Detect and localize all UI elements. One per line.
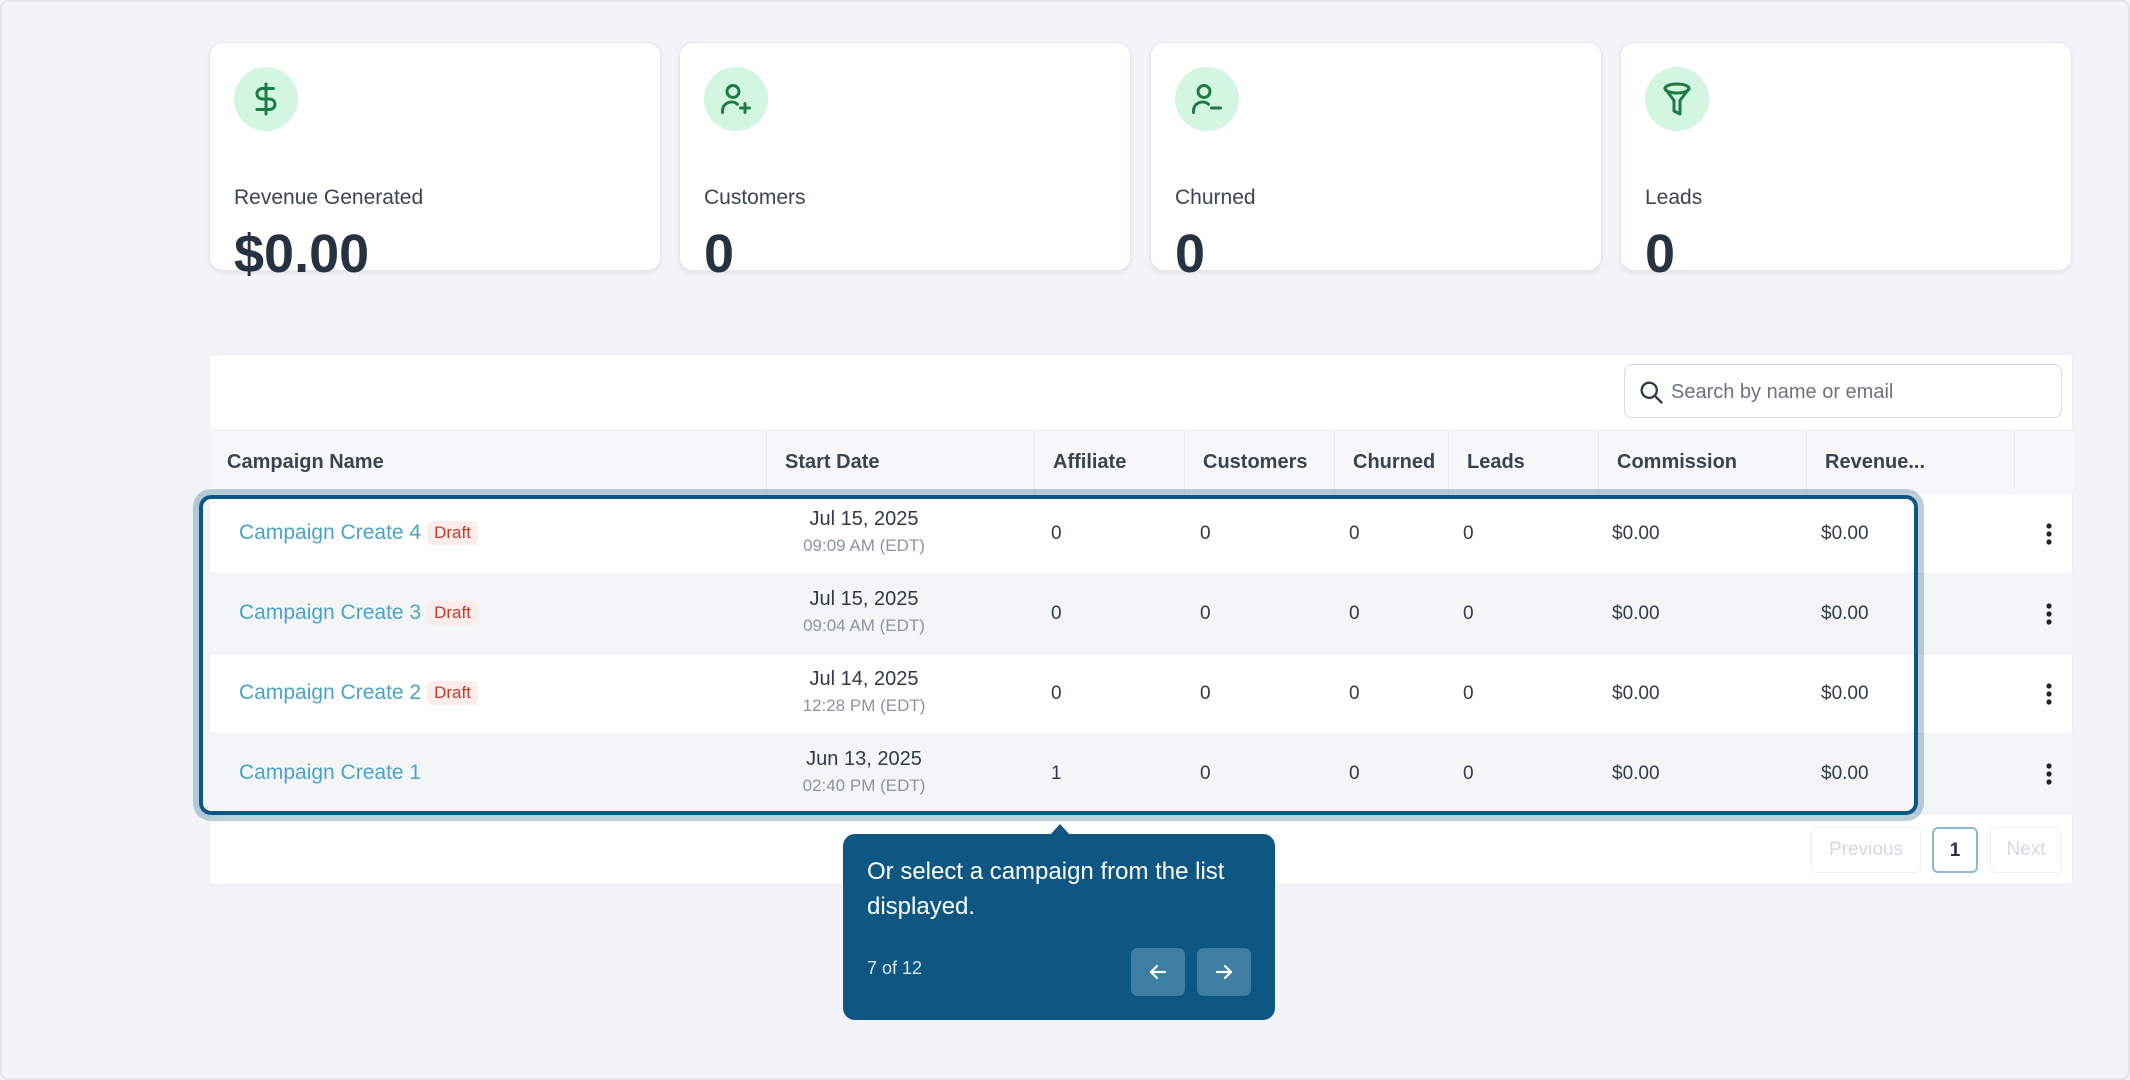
campaign-link[interactable]: Campaign Create 1 bbox=[239, 761, 421, 785]
start-time: 09:09 AM (EDT) bbox=[803, 536, 925, 555]
stat-card-leads: Leads 0 bbox=[1620, 42, 2072, 281]
dollar-icon bbox=[234, 67, 298, 131]
stat-value: $0.00 bbox=[234, 224, 370, 284]
stat-label: Leads bbox=[1645, 186, 1703, 209]
column-header-customers[interactable]: Customers bbox=[1185, 431, 1335, 494]
status-badge: Draft bbox=[427, 601, 478, 625]
search-input[interactable] bbox=[1671, 373, 2051, 411]
table-row[interactable]: Campaign Create 2 Draft Jul 14, 2025 12:2… bbox=[209, 654, 2073, 734]
column-header-start-date[interactable]: Start Date bbox=[767, 431, 1035, 494]
table-row[interactable]: Campaign Create 1 Jun 13, 2025 02:40 PM … bbox=[209, 734, 2073, 814]
campaign-link[interactable]: Campaign Create 4 Draft bbox=[239, 521, 478, 545]
commission-value: $0.00 bbox=[1612, 603, 1660, 624]
start-date: Jul 15, 2025 bbox=[809, 508, 919, 530]
campaign-name[interactable]: Campaign Create 2 bbox=[239, 681, 421, 704]
user-plus-icon bbox=[704, 67, 768, 131]
column-header-commission[interactable]: Commission bbox=[1599, 431, 1807, 494]
stat-card-churned: Churned 0 bbox=[1150, 42, 1602, 281]
start-time: 02:40 PM (EDT) bbox=[802, 776, 926, 795]
tooltip-step-counter: 7 of 12 bbox=[867, 958, 923, 978]
affiliate-count: 0 bbox=[1051, 603, 1062, 624]
affiliate-count: 0 bbox=[1051, 523, 1062, 544]
column-header-actions bbox=[2015, 431, 2073, 494]
more-options-icon[interactable] bbox=[2031, 756, 2067, 792]
stat-card-customers: Customers 0 bbox=[679, 42, 1131, 281]
campaign-name[interactable]: Campaign Create 3 bbox=[239, 601, 421, 624]
arrow-right-icon bbox=[1215, 964, 1233, 980]
stat-value: 0 bbox=[704, 224, 735, 284]
column-header-churned[interactable]: Churned bbox=[1335, 431, 1449, 494]
churned-count: 0 bbox=[1349, 763, 1360, 784]
churned-count: 0 bbox=[1349, 523, 1360, 544]
previous-page-button[interactable]: Previous bbox=[1811, 827, 1921, 873]
affiliate-count: 1 bbox=[1051, 763, 1062, 784]
revenue-value: $0.00 bbox=[1821, 763, 1869, 784]
revenue-value: $0.00 bbox=[1821, 523, 1869, 544]
churned-count: 0 bbox=[1349, 603, 1360, 624]
tour-tooltip: Or select a campaign from the list displ… bbox=[843, 834, 1275, 1020]
commission-value: $0.00 bbox=[1612, 683, 1660, 704]
start-time: 09:04 AM (EDT) bbox=[803, 616, 925, 635]
table-row[interactable]: Campaign Create 3 Draft Jul 15, 2025 09:0… bbox=[209, 574, 2073, 654]
start-date: Jul 15, 2025 bbox=[809, 588, 919, 610]
stat-label: Customers bbox=[704, 186, 806, 209]
stat-label: Churned bbox=[1175, 186, 1256, 209]
leads-count: 0 bbox=[1463, 763, 1474, 784]
customers-count: 0 bbox=[1200, 523, 1211, 544]
leads-count: 0 bbox=[1463, 683, 1474, 704]
tooltip-back-button[interactable] bbox=[1131, 948, 1185, 996]
start-date: Jul 14, 2025 bbox=[809, 668, 919, 690]
campaign-link[interactable]: Campaign Create 3 Draft bbox=[239, 601, 478, 625]
status-badge: Draft bbox=[427, 681, 478, 705]
user-minus-icon bbox=[1175, 67, 1239, 131]
campaign-link[interactable]: Campaign Create 2 Draft bbox=[239, 681, 478, 705]
leads-count: 0 bbox=[1463, 523, 1474, 544]
status-badge: Draft bbox=[427, 521, 478, 545]
revenue-value: $0.00 bbox=[1821, 603, 1869, 624]
affiliate-count: 0 bbox=[1051, 683, 1062, 704]
column-header-affiliate[interactable]: Affiliate bbox=[1035, 431, 1185, 494]
customers-count: 0 bbox=[1200, 603, 1211, 624]
campaign-name[interactable]: Campaign Create 1 bbox=[239, 761, 421, 784]
stat-card-revenue: Revenue Generated $0.00 bbox=[209, 42, 661, 281]
tooltip-text: Or select a campaign from the list displ… bbox=[867, 858, 1225, 920]
more-options-icon[interactable] bbox=[2031, 516, 2067, 552]
tooltip-next-button[interactable] bbox=[1197, 948, 1251, 996]
table-row[interactable]: Campaign Create 4 Draft Jul 15, 2025 09:0… bbox=[209, 494, 2073, 574]
commission-value: $0.00 bbox=[1612, 523, 1660, 544]
leads-count: 0 bbox=[1463, 603, 1474, 624]
funnel-icon bbox=[1645, 67, 1709, 131]
churned-count: 0 bbox=[1349, 683, 1360, 704]
revenue-value: $0.00 bbox=[1821, 683, 1869, 704]
search-icon bbox=[1637, 378, 1665, 411]
column-header-campaign-name[interactable]: Campaign Name bbox=[209, 431, 767, 494]
search-box[interactable] bbox=[1624, 364, 2062, 418]
next-page-button[interactable]: Next bbox=[1990, 827, 2062, 873]
start-time: 12:28 PM (EDT) bbox=[802, 696, 926, 715]
table-header: Campaign Name Start Date Affiliate Custo… bbox=[209, 430, 2073, 494]
campaign-name[interactable]: Campaign Create 4 bbox=[239, 521, 421, 544]
stat-label: Revenue Generated bbox=[234, 186, 424, 209]
commission-value: $0.00 bbox=[1612, 763, 1660, 784]
column-header-revenue[interactable]: Revenue... bbox=[1807, 431, 2015, 494]
more-options-icon[interactable] bbox=[2031, 596, 2067, 632]
stat-value: 0 bbox=[1175, 224, 1206, 284]
stat-value: 0 bbox=[1645, 224, 1676, 284]
customers-count: 0 bbox=[1200, 763, 1211, 784]
page-1-button[interactable]: 1 bbox=[1932, 827, 1978, 873]
customers-count: 0 bbox=[1200, 683, 1211, 704]
arrow-left-icon bbox=[1149, 964, 1167, 980]
start-date: Jun 13, 2025 bbox=[806, 748, 922, 770]
more-options-icon[interactable] bbox=[2031, 676, 2067, 712]
column-header-leads[interactable]: Leads bbox=[1449, 431, 1599, 494]
